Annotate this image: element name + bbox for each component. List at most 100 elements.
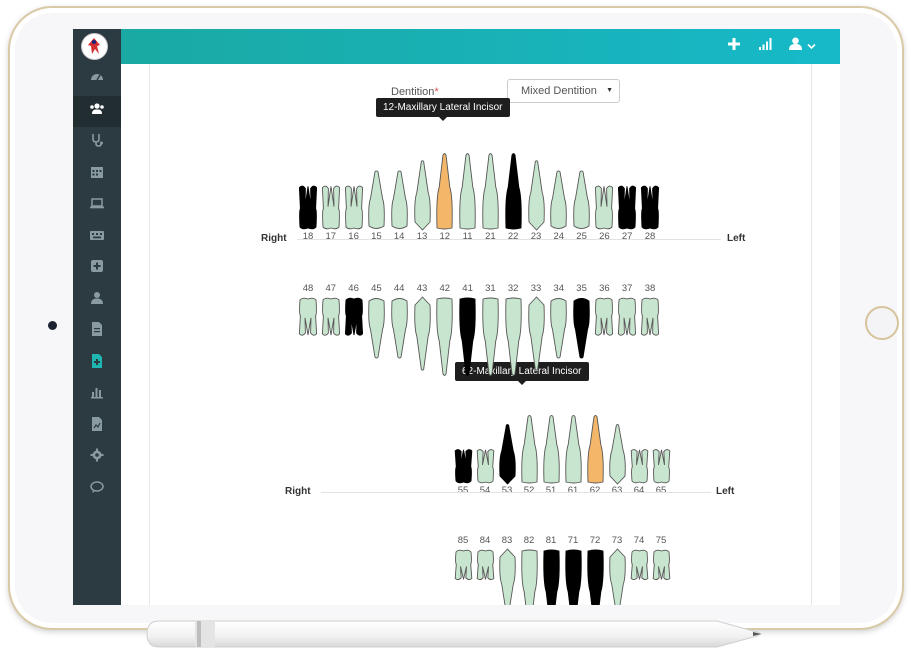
sidebar-item-chat[interactable]	[73, 474, 121, 505]
tooth-number-33: 33	[530, 283, 542, 294]
tooth-number-54: 54	[479, 485, 491, 496]
sidebar-item-users[interactable]	[73, 95, 121, 127]
tooth-47[interactable]	[320, 296, 342, 338]
logo-area[interactable]	[73, 29, 121, 64]
user-icon[interactable]	[789, 37, 802, 55]
tooth-number-43: 43	[416, 283, 428, 294]
tooth-22[interactable]	[503, 151, 524, 231]
tooth-number-28: 28	[644, 231, 656, 242]
tooth-23[interactable]	[526, 159, 547, 231]
tooth-number-44: 44	[393, 283, 405, 294]
tooth-32[interactable]	[503, 296, 524, 378]
tooth-52[interactable]	[519, 413, 540, 485]
tooth-37[interactable]	[616, 296, 638, 338]
tooth-number-17: 17	[325, 231, 337, 242]
tooth-18[interactable]	[297, 183, 319, 231]
tooth-62[interactable]	[585, 413, 606, 485]
sidebar-item-dashboard[interactable]	[73, 64, 121, 95]
divider-permanent	[297, 239, 721, 240]
tooth-number-26: 26	[599, 231, 610, 242]
tooth-31[interactable]	[480, 296, 501, 378]
tooth-44[interactable]	[389, 296, 410, 360]
sidebar-item-laptop[interactable]	[73, 190, 121, 221]
tooth-number-51: 51	[545, 485, 557, 496]
tooth-number-74: 74	[633, 535, 645, 546]
tooth-85[interactable]	[453, 548, 474, 582]
tooth-33[interactable]	[526, 296, 547, 372]
tooth-24[interactable]	[548, 169, 569, 231]
tooth-number-55: 55	[457, 485, 469, 496]
home-button[interactable]	[865, 306, 899, 340]
tooth-81[interactable]	[541, 548, 562, 605]
tooth-53[interactable]	[497, 423, 518, 485]
camera-dot	[48, 321, 57, 330]
tooth-21[interactable]	[480, 151, 501, 231]
sidebar-item-bar-chart[interactable]	[73, 379, 121, 410]
tooth-72[interactable]	[585, 548, 606, 605]
tooth-16[interactable]	[343, 183, 365, 231]
sidebar-item-gear[interactable]	[73, 442, 121, 473]
tooth-number-82: 82	[523, 535, 535, 546]
tooth-26[interactable]	[593, 183, 615, 231]
sidebar-item-user-md[interactable]	[73, 285, 121, 316]
tooth-63[interactable]	[607, 423, 628, 485]
tooth-41[interactable]	[457, 296, 478, 378]
tooth-48[interactable]	[297, 296, 319, 338]
dental-chart-panel: Dentition* Mixed Dentition ▼ 12-Maxillary…	[121, 64, 840, 605]
tooth-number-15: 15	[371, 231, 382, 242]
tooth-75[interactable]	[651, 548, 672, 582]
tooth-74[interactable]	[629, 548, 650, 582]
required-mark: *	[434, 86, 439, 98]
tooth-12[interactable]	[434, 151, 455, 231]
tooth-51[interactable]	[541, 413, 562, 485]
chevron-down-icon[interactable]	[807, 38, 816, 56]
tooth-71[interactable]	[563, 548, 584, 605]
sidebar-item-file-chart[interactable]	[73, 411, 121, 442]
tooth-42[interactable]	[434, 296, 455, 378]
dentition-label: Dentition*	[391, 86, 439, 98]
dentition-select[interactable]: Mixed Dentition ▼	[507, 79, 620, 103]
tooth-number-62: 62	[589, 485, 601, 496]
dashboard-icon	[89, 69, 105, 90]
sidebar-item-file-medical[interactable]	[73, 348, 121, 379]
tooth-15[interactable]	[366, 169, 387, 231]
sidebar-nav	[73, 64, 121, 605]
tooth-number-21: 21	[485, 231, 496, 242]
tooth-34[interactable]	[548, 296, 569, 360]
tooth-83[interactable]	[497, 548, 518, 605]
tooth-54[interactable]	[475, 447, 496, 485]
tooth-38[interactable]	[639, 296, 661, 338]
tooth-14[interactable]	[389, 169, 410, 231]
tooth-45[interactable]	[366, 296, 387, 360]
tooth-28[interactable]	[639, 183, 661, 231]
tooth-number-41: 41	[462, 283, 473, 294]
tooth-36[interactable]	[593, 296, 615, 338]
tooth-number-45: 45	[371, 283, 382, 294]
tooth-55[interactable]	[453, 447, 474, 485]
tooth-25[interactable]	[571, 169, 592, 231]
tooth-11[interactable]	[457, 151, 478, 231]
tooth-number-25: 25	[576, 231, 587, 242]
sidebar-item-keyboard[interactable]	[73, 222, 121, 253]
tooth-65[interactable]	[651, 447, 672, 485]
tooth-64[interactable]	[629, 447, 650, 485]
plus-icon[interactable]	[728, 37, 740, 55]
tooth-84[interactable]	[475, 548, 496, 582]
tooth-27[interactable]	[616, 183, 638, 231]
tooth-35[interactable]	[571, 296, 592, 360]
tooth-82[interactable]	[519, 548, 540, 605]
sidebar-item-plus-square[interactable]	[73, 253, 121, 284]
tooth-61[interactable]	[563, 413, 584, 485]
tooth-43[interactable]	[412, 296, 433, 372]
sidebar-item-calendar[interactable]	[73, 159, 121, 190]
tooth-13[interactable]	[412, 159, 433, 231]
sidebar-item-stethoscope[interactable]	[73, 127, 121, 158]
tooth-17[interactable]	[320, 183, 342, 231]
plus-square-icon	[89, 258, 105, 279]
sidebar-item-file[interactable]	[73, 316, 121, 347]
tooth-number-32: 32	[507, 283, 519, 294]
tooth-46[interactable]	[343, 296, 365, 338]
stethoscope-icon	[89, 132, 105, 153]
tooth-73[interactable]	[607, 548, 628, 605]
signal-icon[interactable]	[759, 37, 772, 55]
